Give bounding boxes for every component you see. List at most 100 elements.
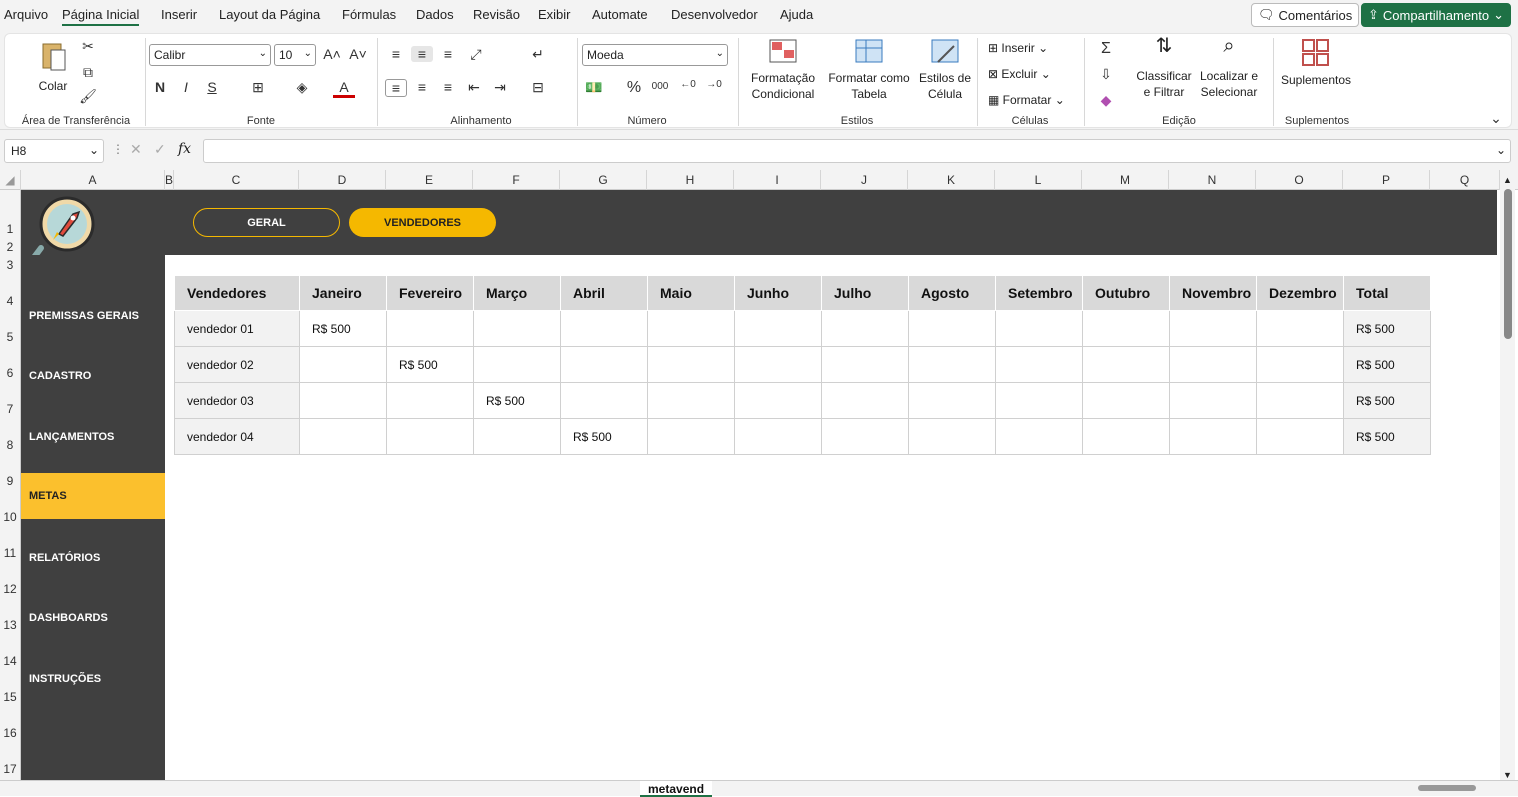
cell[interactable] bbox=[821, 418, 909, 455]
cell[interactable] bbox=[734, 418, 822, 455]
col-header[interactable]: J bbox=[821, 170, 908, 190]
insert-cells-button[interactable]: ⊞ Inserir ⌄ bbox=[988, 40, 1048, 56]
format-cells-button[interactable]: ▦ Formatar ⌄ bbox=[988, 92, 1065, 108]
cell[interactable]: vendedor 02 bbox=[174, 346, 300, 383]
sidebar-item-lancamentos[interactable]: LANÇAMENTOS bbox=[21, 414, 165, 460]
col-header[interactable]: M bbox=[1082, 170, 1169, 190]
cell[interactable] bbox=[299, 382, 387, 419]
cell[interactable] bbox=[908, 382, 996, 419]
menu-automate[interactable]: Automate bbox=[592, 7, 648, 22]
col-dezembro[interactable]: Dezembro bbox=[1256, 275, 1344, 311]
cell[interactable]: R$ 500 bbox=[473, 382, 561, 419]
increase-font-icon[interactable]: A˄ bbox=[321, 46, 343, 62]
cell[interactable] bbox=[386, 418, 474, 455]
row-header[interactable]: 10 bbox=[0, 510, 20, 524]
cell[interactable] bbox=[560, 382, 648, 419]
cell[interactable] bbox=[995, 382, 1083, 419]
col-header[interactable]: L bbox=[995, 170, 1082, 190]
col-header[interactable]: F bbox=[473, 170, 560, 190]
cell[interactable] bbox=[1082, 310, 1170, 347]
cell[interactable] bbox=[1169, 310, 1257, 347]
name-box[interactable]: H8 ⌄ bbox=[4, 139, 104, 163]
decrease-indent-icon[interactable]: ⇤ bbox=[463, 79, 485, 96]
cell[interactable] bbox=[821, 310, 909, 347]
row-header[interactable]: 3 bbox=[0, 258, 20, 272]
row-header[interactable]: 5 bbox=[0, 330, 20, 344]
row-header[interactable]: 9 bbox=[0, 474, 20, 488]
cell[interactable] bbox=[473, 418, 561, 455]
comments-button[interactable]: 🗨 Comentários bbox=[1251, 3, 1360, 27]
merge-center-icon[interactable]: ⊟ bbox=[527, 79, 549, 96]
copy-icon[interactable]: ⧉ bbox=[77, 64, 99, 81]
cell[interactable] bbox=[995, 418, 1083, 455]
cell-styles-button[interactable]: Estilos de Célula bbox=[914, 38, 976, 102]
menu-inserir[interactable]: Inserir bbox=[161, 7, 197, 22]
col-outubro[interactable]: Outubro bbox=[1082, 275, 1170, 311]
menu-dados[interactable]: Dados bbox=[416, 7, 454, 22]
col-marco[interactable]: Março bbox=[473, 275, 561, 311]
row-header[interactable]: 12 bbox=[0, 582, 20, 596]
delete-cells-button[interactable]: ⊠ Excluir ⌄ bbox=[988, 66, 1051, 82]
scroll-down-icon[interactable]: ▼ bbox=[1503, 770, 1512, 780]
menu-layout[interactable]: Layout da Página bbox=[219, 7, 320, 22]
cell[interactable] bbox=[734, 346, 822, 383]
scroll-up-icon[interactable]: ▲ bbox=[1503, 175, 1512, 185]
percent-button[interactable]: % bbox=[623, 79, 645, 97]
col-novembro[interactable]: Novembro bbox=[1169, 275, 1257, 311]
cell-total[interactable]: R$ 500 bbox=[1343, 346, 1431, 383]
col-header[interactable]: E bbox=[386, 170, 473, 190]
col-header[interactable]: B bbox=[165, 170, 174, 190]
cell[interactable] bbox=[386, 382, 474, 419]
cell[interactable] bbox=[1082, 418, 1170, 455]
cell[interactable]: vendedor 04 bbox=[174, 418, 300, 455]
row-header[interactable]: 4 bbox=[0, 294, 20, 308]
align-top-icon[interactable]: ≡ bbox=[385, 46, 407, 62]
cell[interactable] bbox=[299, 418, 387, 455]
cell[interactable] bbox=[560, 310, 648, 347]
cell[interactable] bbox=[647, 310, 735, 347]
align-bottom-icon[interactable]: ≡ bbox=[437, 46, 459, 62]
wrap-text-icon[interactable]: ↵ bbox=[527, 46, 549, 63]
formula-input[interactable]: ⌄ bbox=[203, 139, 1511, 163]
underline-button[interactable]: S bbox=[201, 79, 223, 95]
sidebar-item-instrucoes[interactable]: INSTRUÇÕES bbox=[21, 656, 165, 702]
col-junho[interactable]: Junho bbox=[734, 275, 822, 311]
cell-total[interactable]: R$ 500 bbox=[1343, 418, 1431, 455]
row-header[interactable]: 8 bbox=[0, 438, 20, 452]
cell-total[interactable]: R$ 500 bbox=[1343, 382, 1431, 419]
sheet-tab-active[interactable]: metavend bbox=[640, 781, 713, 797]
menu-desenvolvedor[interactable]: Desenvolvedor bbox=[671, 7, 758, 22]
sidebar-item-metas[interactable]: METAS bbox=[21, 473, 165, 519]
row-header[interactable]: 2 bbox=[0, 240, 20, 254]
addins-button[interactable]: Suplementos bbox=[1279, 38, 1353, 88]
increase-decimal-icon[interactable]: ←0 bbox=[677, 79, 699, 90]
row-header[interactable]: 7 bbox=[0, 402, 20, 416]
col-total[interactable]: Total bbox=[1343, 275, 1431, 311]
align-left-icon[interactable]: ≡ bbox=[385, 79, 407, 97]
cell[interactable] bbox=[1256, 310, 1344, 347]
cell[interactable] bbox=[908, 418, 996, 455]
sort-filter-button[interactable]: ⇅ Classificar e Filtrar bbox=[1135, 36, 1193, 100]
increase-indent-icon[interactable]: ⇥ bbox=[489, 79, 511, 96]
format-painter-icon[interactable]: 🖌 bbox=[77, 88, 99, 105]
orientation-icon[interactable]: ⤢ bbox=[465, 46, 487, 63]
font-size-select[interactable]: 10 ⌄ bbox=[274, 44, 316, 66]
sidebar-item-dashboards[interactable]: DASHBOARDS bbox=[21, 595, 165, 641]
italic-button[interactable]: I bbox=[175, 79, 197, 95]
cell[interactable] bbox=[1082, 346, 1170, 383]
font-name-select[interactable]: Calibr ⌄ bbox=[149, 44, 271, 66]
col-header[interactable]: D bbox=[299, 170, 386, 190]
cell[interactable] bbox=[821, 346, 909, 383]
cell[interactable] bbox=[473, 346, 561, 383]
cell[interactable] bbox=[1256, 418, 1344, 455]
fill-color-icon[interactable]: ◈ bbox=[291, 79, 313, 96]
cell-total[interactable]: R$ 500 bbox=[1343, 310, 1431, 347]
col-fevereiro[interactable]: Fevereiro bbox=[386, 275, 474, 311]
col-header[interactable]: K bbox=[908, 170, 995, 190]
cell[interactable] bbox=[908, 346, 996, 383]
sidebar-item-cadastro[interactable]: CADASTRO bbox=[21, 353, 165, 399]
cell[interactable]: vendedor 01 bbox=[174, 310, 300, 347]
col-header[interactable]: G bbox=[560, 170, 647, 190]
cell[interactable] bbox=[1169, 418, 1257, 455]
sidebar-item-relatorios[interactable]: RELATÓRIOS bbox=[21, 535, 165, 581]
